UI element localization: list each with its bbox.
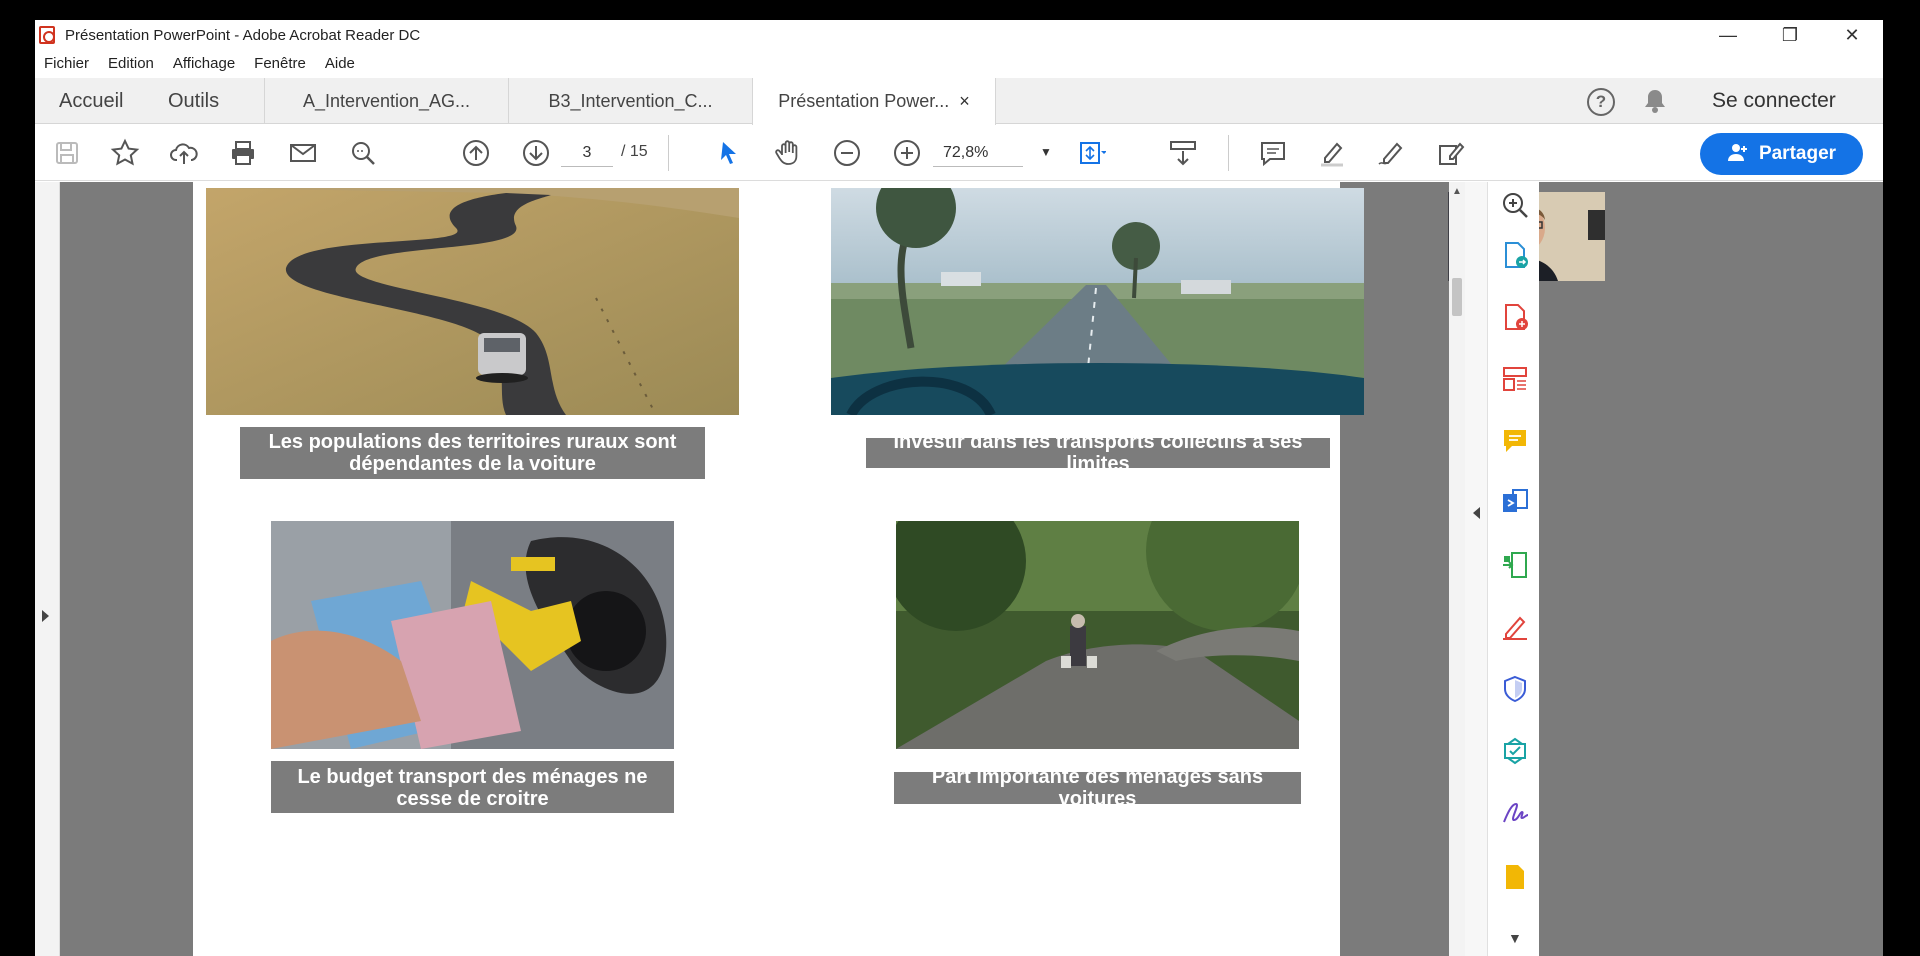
minimize-button[interactable]: — <box>1697 20 1759 50</box>
request-signature-icon[interactable] <box>1500 798 1530 828</box>
organize-pages-icon[interactable] <box>1500 364 1530 394</box>
nav-home[interactable]: Accueil <box>59 78 123 124</box>
protect-shield-icon[interactable] <box>1500 674 1530 704</box>
print-icon[interactable] <box>227 137 259 169</box>
toolbar-divider <box>668 135 669 171</box>
share-button[interactable]: Partager <box>1700 133 1863 175</box>
fill-and-sign-icon[interactable] <box>1500 612 1530 642</box>
caption-household-budget: Le budget transport des ménages ne cesse… <box>271 761 674 813</box>
tab-document-presentation[interactable]: Présentation Power... × <box>752 78 996 125</box>
page-number-input[interactable] <box>561 139 613 167</box>
menu-file[interactable]: Fichier <box>44 55 89 72</box>
tab-label: B3_Intervention_C... <box>548 90 713 111</box>
tab-document-a[interactable]: A_Intervention_AG... <box>264 78 508 124</box>
menu-bar: Fichier Edition Affichage Fenêtre Aide <box>35 50 374 76</box>
zoom-dropdown-chevron-icon[interactable]: ▼ <box>1040 145 1052 159</box>
nav-tools[interactable]: Outils <box>168 78 219 124</box>
sign-in-link[interactable]: Se connecter <box>1712 78 1836 124</box>
bookmark-star-icon[interactable] <box>109 137 141 169</box>
window-controls: — ❐ ✕ <box>1697 20 1883 50</box>
scrollbar-thumb[interactable] <box>1452 278 1462 316</box>
vertical-scrollbar[interactable]: ▲ <box>1449 182 1465 956</box>
combine-files-icon[interactable] <box>1500 488 1530 518</box>
acrobat-window: Présentation PowerPoint - Adobe Acrobat … <box>35 20 1883 956</box>
help-icon[interactable]: ? <box>1587 88 1615 116</box>
more-tools-icon[interactable] <box>1500 862 1530 892</box>
create-pdf-icon[interactable] <box>1500 302 1530 332</box>
title-bar: Présentation PowerPoint - Adobe Acrobat … <box>35 20 1883 50</box>
comment-tool-icon[interactable] <box>1500 426 1530 456</box>
scroll-mode-icon[interactable] <box>1167 137 1199 169</box>
tab-document-b3[interactable]: B3_Intervention_C... <box>508 78 752 124</box>
share-label: Partager <box>1758 143 1837 164</box>
highlight-pen-icon[interactable] <box>1316 137 1348 169</box>
compress-pdf-icon[interactable] <box>1500 550 1530 580</box>
document-viewport[interactable]: Les populations des territoires ruraux s… <box>35 182 1883 956</box>
zoom-in-icon[interactable] <box>891 137 923 169</box>
email-icon[interactable] <box>287 137 319 169</box>
draw-freehand-icon[interactable] <box>1375 137 1407 169</box>
export-pdf-icon[interactable] <box>1500 240 1530 270</box>
fit-page-icon[interactable] <box>1075 137 1107 169</box>
zoom-search-icon[interactable] <box>1500 190 1530 220</box>
notification-bell-icon[interactable] <box>1643 88 1667 120</box>
expand-left-panel-icon[interactable] <box>42 610 49 622</box>
collapse-right-panel-icon[interactable] <box>1473 507 1480 519</box>
pdf-page: Les populations des territoires ruraux s… <box>193 182 1605 956</box>
caption-rural-dependence: Les populations des territoires ruraux s… <box>240 427 705 479</box>
right-tools-pane: ▼ <box>1487 182 1539 956</box>
menu-view[interactable]: Affichage <box>173 55 235 72</box>
zoom-out-icon[interactable] <box>831 137 863 169</box>
tab-label: A_Intervention_AG... <box>302 90 471 111</box>
menu-window[interactable]: Fenêtre <box>254 55 306 72</box>
close-window-button[interactable]: ✕ <box>1821 20 1883 50</box>
toolbar: / 15 72,8% ▼ <box>35 125 1883 181</box>
zoom-level-field[interactable]: 72,8% <box>933 139 1023 167</box>
cloud-upload-icon[interactable] <box>168 137 200 169</box>
next-page-icon[interactable] <box>520 137 552 169</box>
photo-road-windshield <box>831 188 1364 415</box>
select-cursor-icon[interactable] <box>713 137 745 169</box>
right-panel-edge <box>1465 182 1487 956</box>
acrobat-app-icon <box>39 26 55 44</box>
left-panel-rail <box>35 182 60 956</box>
tab-close-icon[interactable]: × <box>959 91 970 112</box>
caption-collective-transport: Investir dans les transports collectifs … <box>866 438 1330 468</box>
send-for-review-icon[interactable] <box>1500 736 1530 766</box>
fill-sign-icon[interactable] <box>1435 137 1467 169</box>
add-user-icon <box>1727 142 1749 167</box>
search-icon[interactable] <box>347 137 379 169</box>
save-icon[interactable] <box>51 137 83 169</box>
menu-help[interactable]: Aide <box>325 55 355 72</box>
previous-page-icon[interactable] <box>460 137 492 169</box>
scroll-tools-down-icon[interactable]: ▼ <box>1508 930 1522 946</box>
caption-no-car-households: Part importante des ménages sans voiture… <box>894 772 1301 804</box>
tab-label: Présentation Power... <box>778 91 950 111</box>
window-title: Présentation PowerPoint - Adobe Acrobat … <box>65 26 421 44</box>
photo-fuel-pump-euros <box>271 521 674 749</box>
page-total: / 15 <box>621 143 648 160</box>
hand-tool-icon[interactable] <box>772 137 804 169</box>
restore-button[interactable]: ❐ <box>1759 20 1821 50</box>
photo-forest-road-walker <box>896 521 1299 749</box>
menu-edit[interactable]: Edition <box>108 55 154 72</box>
comment-icon[interactable] <box>1257 137 1289 169</box>
toolbar-divider <box>1228 135 1229 171</box>
tabs-bar: Accueil Outils A_Intervention_AG... B3_I… <box>35 78 1883 125</box>
photo-winding-rural-road <box>206 188 739 415</box>
scroll-up-icon[interactable]: ▲ <box>1452 186 1462 197</box>
